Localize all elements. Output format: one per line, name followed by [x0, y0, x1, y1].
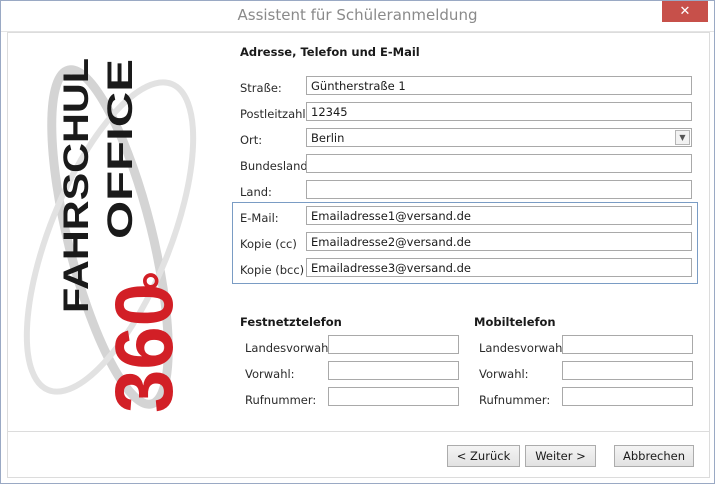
zip-input[interactable]: 12345 — [306, 102, 692, 121]
logo-fahrschul-text: FAHRSCHUL — [57, 58, 96, 313]
cc-label: Kopie (cc) — [240, 237, 297, 251]
city-dropdown[interactable]: Berlin ▼ — [306, 128, 692, 147]
landline-number-input[interactable] — [328, 387, 459, 406]
cc-input[interactable]: Emailadresse2@versand.de — [306, 232, 692, 251]
landline-number-label: Rufnummer: — [245, 393, 317, 407]
landline-country-code-input[interactable] — [328, 335, 459, 354]
mobile-area-code-input[interactable] — [562, 361, 693, 380]
country-label: Land: — [240, 185, 272, 199]
city-label: Ort: — [240, 133, 263, 147]
logo-360-text: 360 — [99, 283, 190, 413]
mobile-number-label: Rufnummer: — [479, 393, 551, 407]
city-value: Berlin — [311, 131, 345, 145]
bcc-input[interactable]: Emailadresse3@versand.de — [306, 258, 692, 277]
mobile-heading: Mobiltelefon — [474, 315, 556, 329]
mobile-area-code-label: Vorwahl: — [479, 367, 529, 381]
logo-office-text: OFFICE — [101, 59, 140, 239]
fahrschul-360-office-logo: FAHRSCHUL OFFICE ° 360 — [23, 58, 197, 413]
cancel-button[interactable]: Abbrechen — [614, 445, 694, 467]
next-button[interactable]: Weiter > — [525, 445, 596, 467]
close-icon: ✕ — [679, 4, 691, 19]
wizard-window: Assistent für Schüleranmeldung ✕ FAHRSCH… — [0, 0, 715, 484]
state-input[interactable] — [306, 154, 692, 173]
footer-divider — [8, 431, 709, 432]
mobile-country-code-label: Landesvorwahl: — [479, 341, 570, 355]
address-heading: Adresse, Telefon und E-Mail — [240, 45, 420, 59]
street-label: Straße: — [240, 81, 282, 95]
window-title: Assistent für Schüleranmeldung — [237, 6, 478, 24]
street-input[interactable]: Güntherstraße 1 — [306, 76, 692, 95]
bcc-label: Kopie (bcc) — [240, 263, 305, 277]
landline-area-code-input[interactable] — [328, 361, 459, 380]
email-input[interactable]: Emailadresse1@versand.de — [306, 206, 692, 225]
landline-heading: Festnetztelefon — [240, 315, 342, 329]
chevron-down-icon[interactable]: ▼ — [675, 130, 690, 145]
title-bar[interactable]: Assistent für Schüleranmeldung ✕ — [1, 1, 714, 32]
email-label: E-Mail: — [240, 211, 279, 225]
state-label: Bundesland: — [240, 159, 312, 173]
landline-country-code-label: Landesvorwahl: — [245, 341, 336, 355]
back-button[interactable]: < Zurück — [447, 445, 520, 467]
wizard-content: FAHRSCHUL OFFICE ° 360 Adresse, Telefon … — [7, 32, 710, 478]
close-button[interactable]: ✕ — [662, 1, 708, 22]
landline-area-code-label: Vorwahl: — [245, 367, 295, 381]
zip-label: Postleitzahl: — [240, 107, 310, 121]
mobile-country-code-input[interactable] — [562, 335, 693, 354]
country-input[interactable] — [306, 180, 692, 199]
mobile-number-input[interactable] — [562, 387, 693, 406]
